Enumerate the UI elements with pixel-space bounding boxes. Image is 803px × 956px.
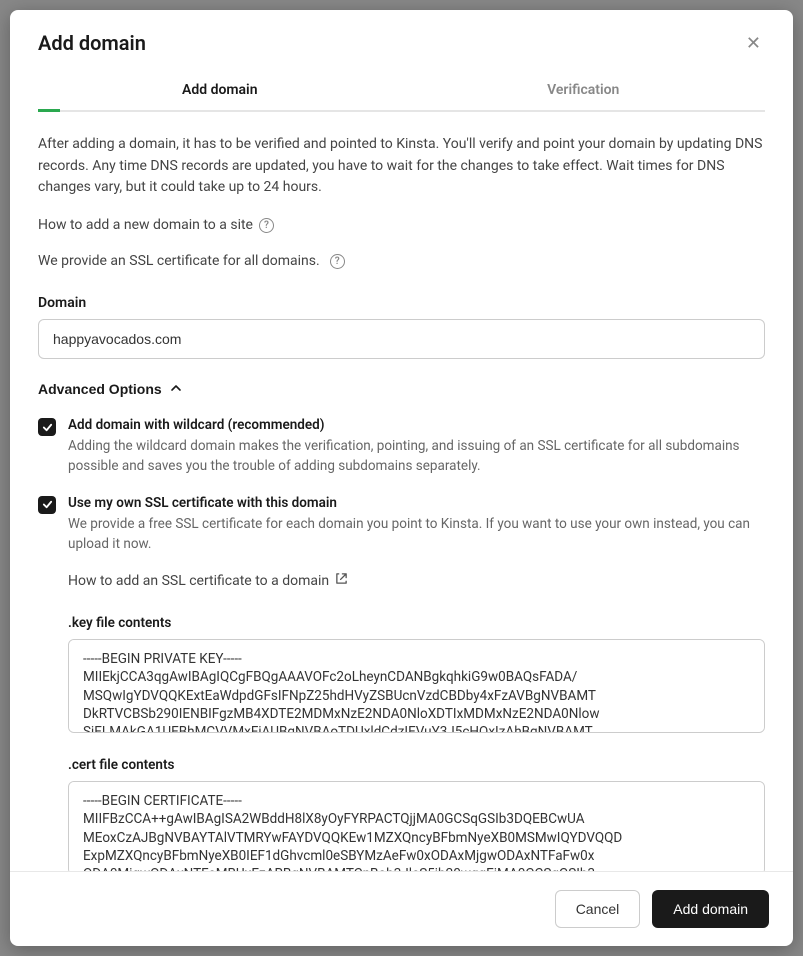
close-button[interactable]: ✕: [742, 30, 765, 56]
tab-add-domain[interactable]: Add domain: [38, 70, 402, 110]
wildcard-desc: Adding the wildcard domain makes the ver…: [68, 436, 765, 477]
tab-label: Verification: [547, 82, 619, 98]
cert-file-label: .cert file contents: [68, 757, 765, 773]
modal-body: After adding a domain, it has to be veri…: [10, 112, 793, 871]
link-text: How to add an SSL certificate to a domai…: [68, 573, 329, 589]
ssl-info-text: We provide an SSL certificate for all do…: [38, 253, 765, 269]
key-file-label: .key file contents: [68, 615, 765, 631]
modal-header: Add domain ✕: [10, 10, 793, 70]
how-to-add-domain-link[interactable]: How to add a new domain to a site ?: [38, 217, 765, 233]
external-link-icon: [335, 572, 348, 589]
wildcard-content: Add domain with wildcard (recommended) A…: [68, 417, 765, 477]
add-domain-modal: Add domain ✕ Add domain Verification Aft…: [10, 10, 793, 946]
advanced-options-block: Add domain with wildcard (recommended) A…: [38, 417, 765, 871]
help-icon: ?: [259, 218, 274, 233]
own-ssl-option: Use my own SSL certificate with this dom…: [38, 495, 765, 555]
tab-label: Add domain: [182, 82, 258, 98]
advanced-options-toggle[interactable]: Advanced Options: [38, 381, 182, 397]
key-file-section: .key file contents: [68, 615, 765, 737]
tabs: Add domain Verification: [38, 70, 765, 112]
tab-verification[interactable]: Verification: [402, 70, 766, 110]
own-ssl-desc: We provide a free SSL certificate for ea…: [68, 514, 765, 555]
domain-input[interactable]: [38, 319, 765, 359]
wildcard-checkbox[interactable]: [38, 418, 56, 436]
chevron-up-icon: [170, 381, 182, 397]
intro-text: After adding a domain, it has to be veri…: [38, 134, 765, 199]
cert-file-section: .cert file contents: [68, 757, 765, 871]
domain-label: Domain: [38, 295, 765, 311]
modal-footer: Cancel Add domain: [10, 871, 793, 946]
cert-file-textarea[interactable]: [68, 781, 765, 871]
modal-title: Add domain: [38, 31, 146, 55]
how-to-add-ssl-link[interactable]: How to add an SSL certificate to a domai…: [68, 572, 765, 589]
add-domain-button[interactable]: Add domain: [652, 890, 769, 928]
check-icon: [42, 422, 53, 433]
cancel-button[interactable]: Cancel: [555, 890, 641, 928]
own-ssl-title: Use my own SSL certificate with this dom…: [68, 495, 765, 511]
own-ssl-content: Use my own SSL certificate with this dom…: [68, 495, 765, 555]
close-icon: ✕: [746, 33, 761, 53]
help-icon[interactable]: ?: [330, 254, 345, 269]
check-icon: [42, 499, 53, 510]
advanced-label: Advanced Options: [38, 381, 162, 397]
own-ssl-checkbox[interactable]: [38, 496, 56, 514]
wildcard-title: Add domain with wildcard (recommended): [68, 417, 765, 433]
key-file-textarea[interactable]: [68, 639, 765, 733]
wildcard-option: Add domain with wildcard (recommended) A…: [38, 417, 765, 477]
link-text: How to add a new domain to a site: [38, 217, 253, 233]
ssl-info-label: We provide an SSL certificate for all do…: [38, 253, 320, 269]
progress-indicator: [38, 109, 60, 112]
